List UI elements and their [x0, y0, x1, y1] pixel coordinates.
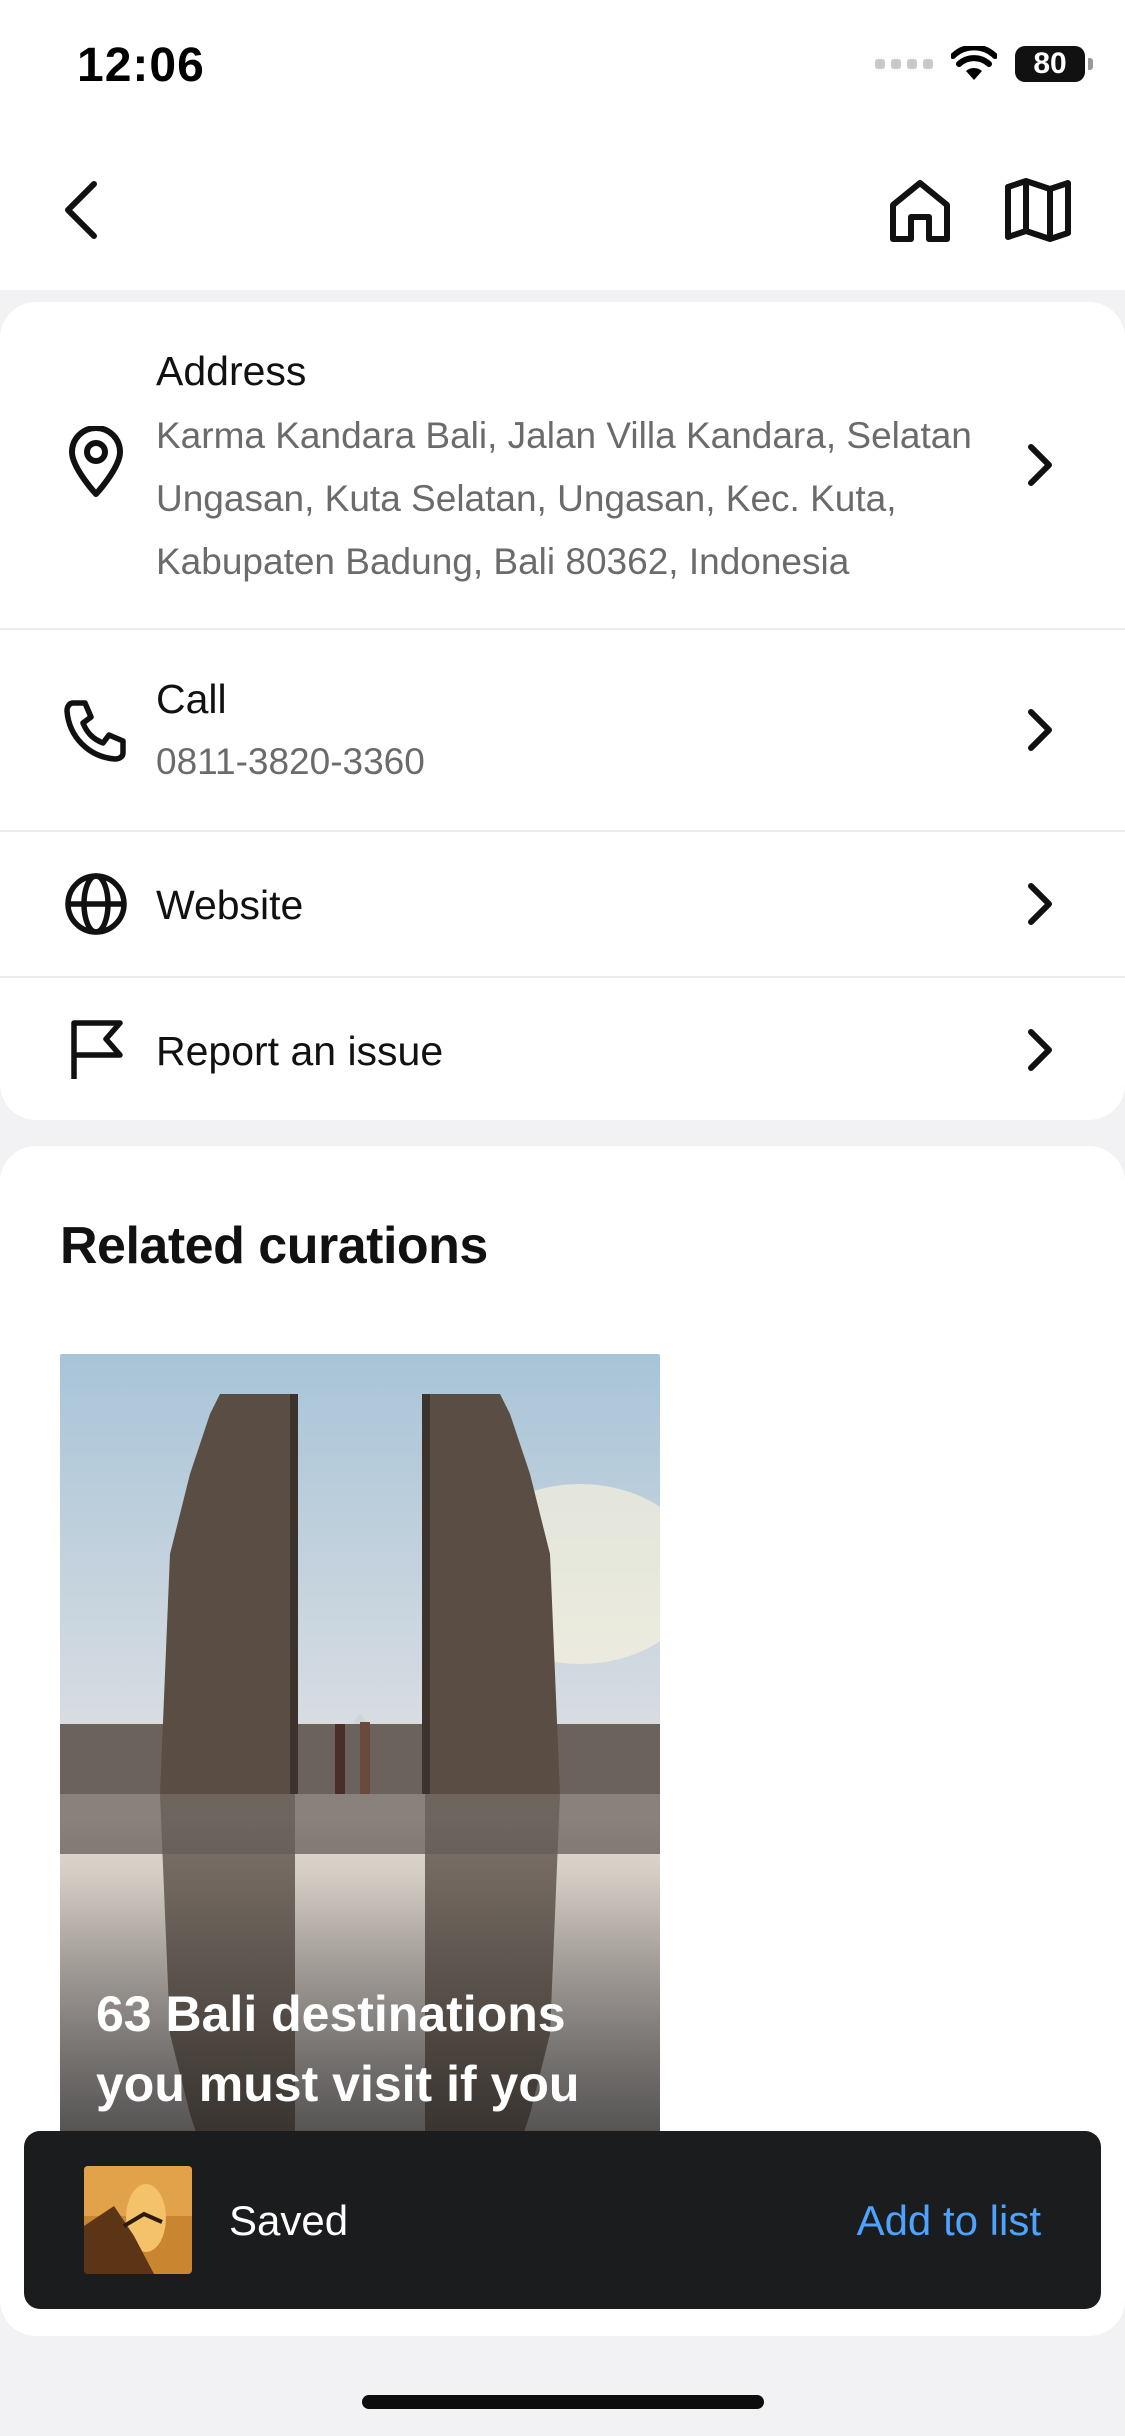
map-button[interactable] — [998, 170, 1078, 250]
curation-title: 63 Bali destinations you must visit if y… — [96, 1986, 580, 2112]
chevron-right-icon — [1015, 1025, 1065, 1075]
website-row[interactable]: Website — [0, 832, 1125, 976]
home-indicator — [362, 2395, 764, 2409]
saved-thumbnail — [84, 2166, 192, 2274]
report-issue-row[interactable]: Report an issue — [0, 978, 1125, 1120]
add-to-list-button[interactable]: Add to list — [857, 2197, 1041, 2245]
chevron-right-icon — [1015, 440, 1065, 490]
home-button[interactable] — [880, 170, 960, 250]
back-button[interactable] — [42, 170, 122, 250]
status-time: 12:06 — [77, 39, 205, 92]
chevron-right-icon — [1015, 879, 1065, 929]
chevron-right-icon — [1015, 705, 1065, 755]
globe-icon — [58, 866, 134, 942]
saved-toast: Saved Add to list — [24, 2131, 1101, 2309]
address-row[interactable]: Address Karma Kandara Bali, Jalan Villa … — [0, 302, 1125, 628]
place-info-card: Address Karma Kandara Bali, Jalan Villa … — [0, 302, 1125, 1120]
curation-card[interactable]: 63 Bali destinations you must visit if y… — [60, 1354, 660, 2194]
report-issue-label: Report an issue — [156, 1028, 444, 1074]
home-icon — [890, 180, 950, 242]
wifi-icon — [951, 46, 997, 80]
status-bar: 12:06 80 — [0, 0, 1125, 140]
phone-icon — [58, 692, 134, 768]
call-label: Call — [156, 676, 227, 722]
section-title: Related curations — [60, 1217, 488, 1275]
address-label: Address — [156, 348, 307, 394]
flag-icon — [58, 1012, 134, 1088]
chevron-left-icon — [65, 181, 97, 239]
toast-message: Saved — [229, 2197, 349, 2244]
call-row[interactable]: Call 0811-3820-3360 — [0, 630, 1125, 830]
battery-icon: 80 — [1015, 46, 1093, 82]
status-icons: 80 — [875, 46, 1093, 82]
nav-bar — [0, 140, 1125, 290]
website-label: Website — [156, 882, 304, 928]
phone-number: 0811-3820-3360 — [156, 741, 425, 782]
map-icon — [1005, 178, 1071, 242]
map-pin-icon — [58, 424, 134, 500]
address-value: Karma Kandara Bali, Jalan Villa Kandara,… — [156, 415, 972, 582]
cellular-signal-icon — [875, 59, 933, 69]
